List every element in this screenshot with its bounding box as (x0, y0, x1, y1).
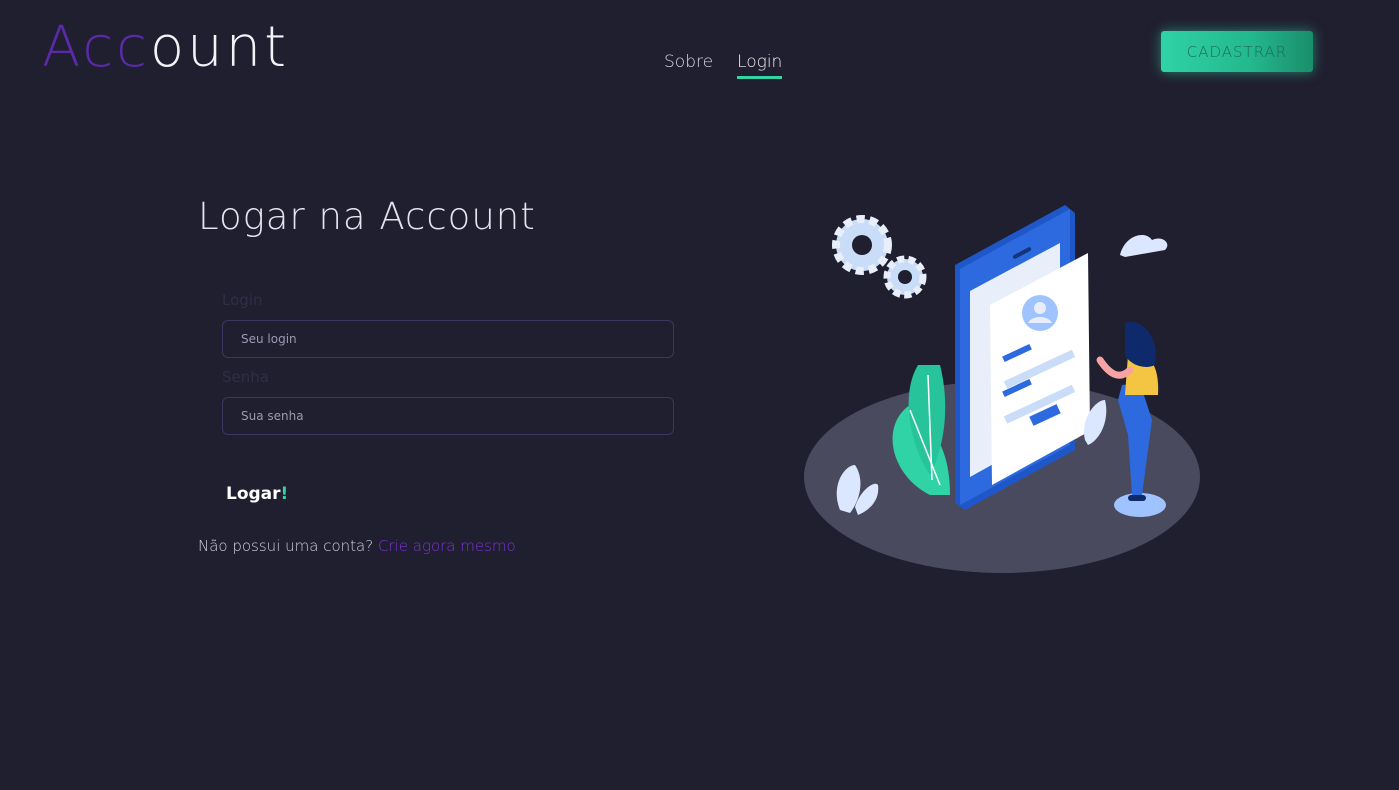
login-input[interactable] (222, 320, 674, 358)
create-account-link[interactable]: Crie agora mesmo (378, 537, 516, 555)
nav-link-sobre[interactable]: Sobre (664, 52, 713, 79)
password-label: Senha (222, 368, 269, 386)
nav-link-login[interactable]: Login (737, 52, 783, 79)
app-logo[interactable]: Account (42, 18, 289, 78)
login-label: Login (222, 291, 263, 309)
main-nav: Sobre Login (664, 52, 783, 79)
signup-button[interactable]: CADASTRAR (1161, 31, 1313, 72)
no-account-prompt: Não possui uma conta? Crie agora mesmo (198, 537, 516, 555)
login-submit-suffix: ! (280, 484, 289, 504)
no-account-text: Não possui uma conta? (198, 537, 378, 555)
logo-accent: Acc (42, 15, 150, 80)
logo-rest: ount (149, 15, 290, 80)
login-illustration-icon (804, 205, 1200, 573)
password-input[interactable] (222, 397, 674, 435)
page-title: Logar na Account (198, 195, 536, 238)
login-submit-button[interactable]: Logar! (226, 484, 288, 504)
login-submit-label: Logar (226, 484, 281, 504)
